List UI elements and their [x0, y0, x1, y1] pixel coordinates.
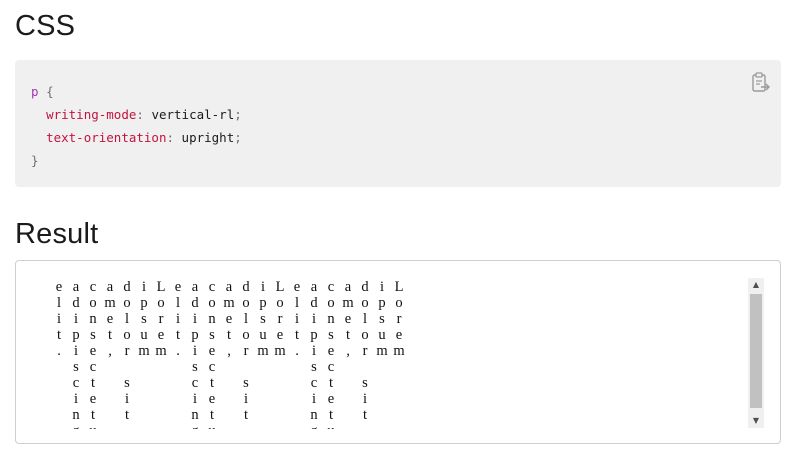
scrollbar-thumb[interactable] — [750, 294, 762, 408]
clipboard-copy-icon — [752, 72, 770, 92]
code-property: writing-mode — [46, 107, 137, 122]
result-frame[interactable]: Lorem ipsum dolor sit amet, consectetur … — [15, 260, 781, 444]
code-open-brace: { — [46, 84, 54, 99]
scroll-down-arrow-icon[interactable]: ▼ — [748, 414, 764, 428]
code-close-brace: } — [31, 153, 39, 168]
code-value: vertical-rl — [151, 107, 235, 122]
result-section-heading: Result — [15, 218, 99, 250]
code-value: upright — [181, 130, 235, 145]
scroll-up-arrow-icon[interactable]: ▲ — [748, 278, 764, 292]
code-lines: p { writing-mode: vertical-rl; text-orie… — [31, 84, 242, 168]
page: CSS p { writing-mode: vertical-rl; text-… — [0, 0, 798, 459]
vertical-scrollbar[interactable]: ▲ ▼ — [748, 278, 764, 428]
css-section-heading: CSS — [15, 10, 76, 42]
code-property: text-orientation — [46, 130, 167, 145]
copy-button[interactable] — [751, 72, 771, 94]
css-code-block: p { writing-mode: vertical-rl; text-orie… — [15, 60, 781, 187]
result-paragraph: Lorem ipsum dolor sit amet, consectetur … — [51, 279, 407, 429]
code-selector: p — [31, 84, 39, 99]
